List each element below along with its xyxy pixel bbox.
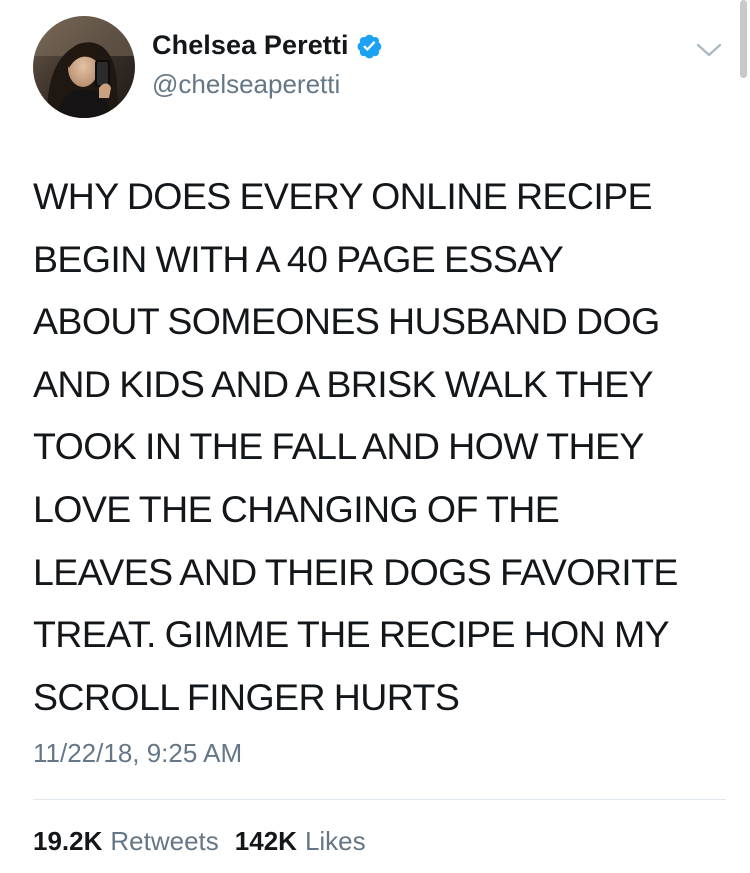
author-name-row[interactable]: Chelsea Peretti bbox=[152, 30, 383, 61]
divider bbox=[33, 799, 726, 800]
avatar[interactable] bbox=[33, 16, 135, 118]
display-name[interactable]: Chelsea Peretti bbox=[152, 30, 349, 61]
likes-stat[interactable]: 142K Likes bbox=[235, 826, 366, 857]
retweets-stat[interactable]: 19.2K Retweets bbox=[33, 826, 219, 857]
likes-count: 142K bbox=[234, 826, 297, 856]
tweet-timestamp[interactable]: 11/22/18, 9:25 AM bbox=[33, 738, 242, 769]
retweets-count: 19.2K bbox=[33, 826, 103, 856]
retweets-label: Retweets bbox=[110, 826, 219, 856]
author-handle[interactable]: @chelseaperetti bbox=[152, 69, 340, 100]
profile-photo bbox=[33, 16, 135, 118]
chevron-down-icon[interactable] bbox=[694, 38, 724, 62]
verified-badge-icon bbox=[355, 32, 383, 60]
tweet-text: WHY DOES EVERY ONLINE RECIPE BEGIN WITH … bbox=[33, 175, 678, 718]
likes-label: Likes bbox=[304, 826, 366, 856]
scrollbar[interactable] bbox=[740, 0, 747, 78]
tweet-stats: 19.2K Retweets 142K Likes bbox=[33, 826, 366, 857]
